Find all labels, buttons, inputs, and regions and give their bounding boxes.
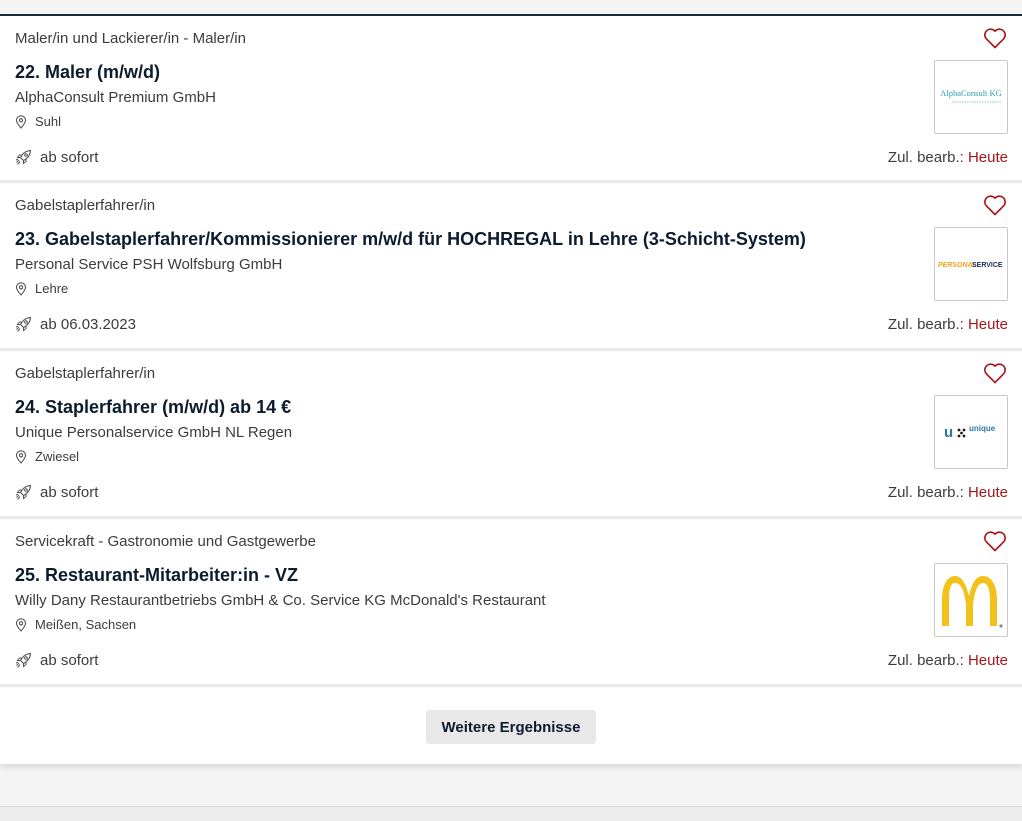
job-company: Personal Service PSH Wolfsburg GmbH [15,256,283,273]
more-results-button[interactable]: Weitere Ergebnisse [426,710,596,744]
company-logo-unique[interactable]: u unique [934,395,1008,469]
job-last-edited: Zul. bearb.: Heute [888,316,1008,333]
job-last-edited-label: Zul. bearb.: [887,316,964,333]
job-result-item[interactable]: Gabelstaplerfahrer/in 24. Staplerfahrer … [0,351,1022,519]
heart-icon [984,531,1006,552]
job-last-edited-value: Heute [967,316,1008,333]
rocket-icon [15,149,32,165]
job-title-link[interactable]: 24. Staplerfahrer (m/w/d) ab 14 € [15,397,291,418]
job-location-text: Lehre [35,281,69,296]
job-last-edited: Zul. bearb.: Heute [888,484,1008,501]
job-last-edited: Zul. bearb.: Heute [888,652,1008,669]
job-start-text: ab 06.03.2023 [40,316,136,333]
job-results-list: Maler/in und Lackierer/in - Maler/in 22.… [0,16,1022,764]
job-last-edited-value: Heute [967,149,1008,166]
company-logo-alphaconsult[interactable]: AlphaConsult KG [934,60,1008,134]
location-pin-icon [15,114,27,129]
job-location-text: Zwiesel [35,449,80,464]
location-pin-icon [15,281,27,296]
job-location: Lehre [15,281,68,296]
job-result-item[interactable]: Maler/in und Lackierer/in - Maler/in 22.… [0,16,1022,183]
rocket-icon [15,484,32,500]
top-divider [0,0,1022,16]
job-last-edited-label: Zul. bearb.: [887,652,964,669]
job-last-edited: Zul. bearb.: Heute [888,149,1008,166]
heart-icon [984,363,1006,384]
company-logo-personal-service[interactable]: PERSONAL SERVICE [934,227,1008,301]
job-company: Willy Dany Restaurantbetriebs GmbH & Co.… [15,592,546,609]
job-start-text: ab sofort [40,484,99,501]
job-location-text: Meißen, Sachsen [35,617,137,632]
job-title-link[interactable]: 25. Restaurant-Mitarbeiter:in - VZ [15,565,298,586]
job-start-text: ab sofort [40,149,99,166]
unique-logo-mark: u [944,424,953,441]
job-category: Servicekraft - Gastronomie und Gastgewer… [15,533,316,550]
job-location: Suhl [15,114,61,129]
job-category: Gabelstaplerfahrer/in [15,365,156,382]
rocket-icon [15,316,32,332]
job-start: ab sofort [15,652,98,669]
location-pin-icon [15,449,27,464]
job-start: ab sofort [15,484,98,501]
favorite-button[interactable] [982,362,1008,386]
job-company: AlphaConsult Premium GmbH [15,89,216,106]
unique-logo-word: unique [969,424,996,433]
job-location-text: Suhl [35,114,62,129]
job-title-link[interactable]: 23. Gabelstaplerfahrer/Kommissionierer m… [15,229,806,250]
job-category: Gabelstaplerfahrer/in [15,197,156,214]
job-last-edited-value: Heute [967,652,1008,669]
location-pin-icon [15,617,27,632]
job-company: Unique Personalservice GmbH NL Regen [15,424,293,441]
job-result-item[interactable]: Gabelstaplerfahrer/in 23. Gabelstaplerfa… [0,183,1022,351]
job-location: Meißen, Sachsen [15,617,136,632]
job-last-edited-value: Heute [967,484,1008,501]
bottom-divider [0,806,1022,821]
personal-service-logo-right: SERVICE [972,262,1003,269]
job-last-edited-label: Zul. bearb.: [887,149,964,166]
favorite-button[interactable] [982,27,1008,51]
job-location: Zwiesel [15,449,79,464]
job-title-link[interactable]: 22. Maler (m/w/d) [15,62,160,83]
rocket-icon [15,652,32,668]
mcdonalds-arches-icon [942,576,1003,628]
job-last-edited-label: Zul. bearb.: [887,484,964,501]
job-result-item[interactable]: Servicekraft - Gastronomie und Gastgewer… [0,519,1022,687]
job-category: Maler/in und Lackierer/in - Maler/in [15,30,246,47]
favorite-button[interactable] [982,194,1008,218]
heart-icon [984,28,1006,49]
job-start: ab 06.03.2023 [15,316,136,333]
heart-icon [984,195,1006,216]
job-start: ab sofort [15,149,98,166]
alphaconsult-logo-text: AlphaConsult KG [940,88,1002,98]
company-logo-mcdonalds[interactable] [934,563,1008,637]
favorite-button[interactable] [982,530,1008,554]
job-start-text: ab sofort [40,652,99,669]
